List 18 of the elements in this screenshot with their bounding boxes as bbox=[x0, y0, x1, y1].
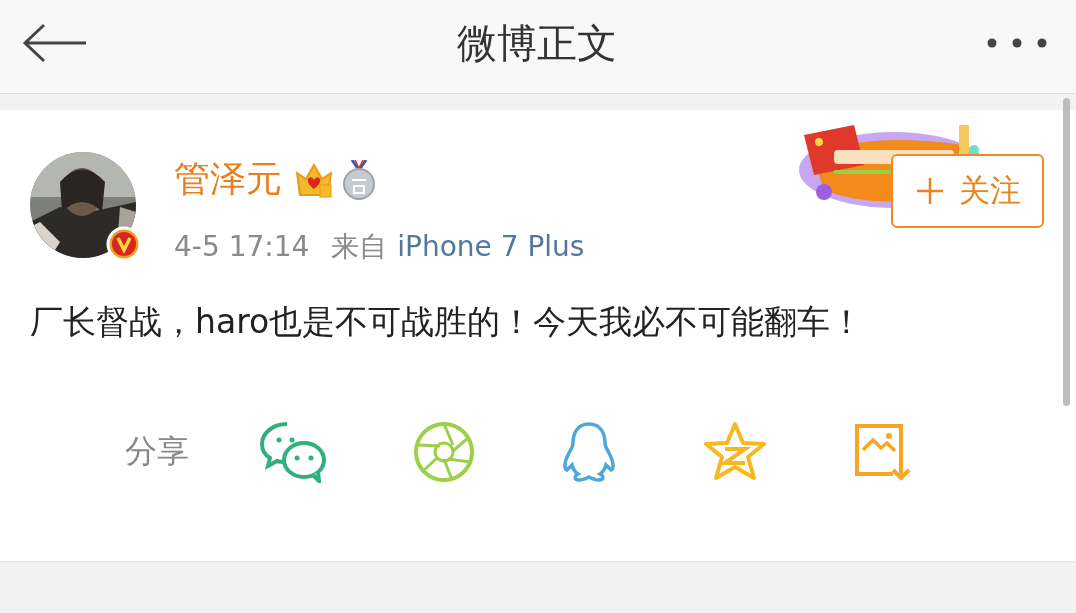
back-icon[interactable] bbox=[22, 23, 88, 64]
star-icon[interactable] bbox=[703, 420, 767, 483]
post-time: 4-5 17:14 bbox=[174, 230, 310, 264]
author-name[interactable]: 管泽元 bbox=[174, 155, 282, 205]
plus-icon bbox=[914, 175, 945, 206]
source-label: 来自 bbox=[331, 228, 388, 265]
page-title: 微博正文 bbox=[457, 18, 617, 68]
more-icon[interactable] bbox=[986, 37, 1048, 50]
aperture-icon[interactable] bbox=[413, 420, 475, 483]
source-link[interactable]: iPhone 7 Plus bbox=[397, 230, 585, 264]
scrollbar[interactable] bbox=[1063, 97, 1070, 406]
chat-bubbles-icon[interactable] bbox=[259, 420, 327, 483]
post-text: 厂长督战，haro也是不可战胜的！今天我必不可能翻车！ bbox=[30, 300, 865, 343]
save-image-icon[interactable] bbox=[853, 421, 913, 482]
follow-button[interactable]: 关注 bbox=[891, 153, 1044, 228]
share-label: 分享 bbox=[125, 430, 189, 472]
penguin-icon[interactable] bbox=[561, 420, 617, 483]
medal-icon bbox=[342, 159, 376, 200]
